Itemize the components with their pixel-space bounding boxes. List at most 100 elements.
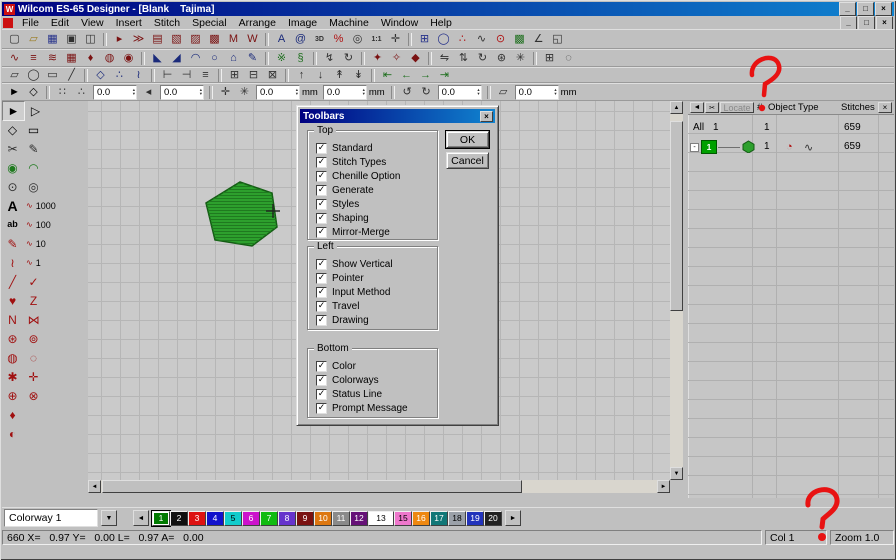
rotate-angle-spinner[interactable]: ▴▾	[477, 88, 479, 96]
scroll-right-button[interactable]: ►	[657, 480, 670, 493]
monogramming-button[interactable]: @	[291, 32, 310, 47]
color-swatch-1[interactable]: 1	[152, 511, 170, 526]
wheel-motif-tool-button[interactable]: ⊚	[23, 330, 44, 348]
print-preview-button[interactable]: ◫	[81, 32, 100, 47]
contour-fill-button[interactable]: ◍	[100, 51, 119, 66]
cancel-button[interactable]: Cancel	[446, 152, 489, 169]
background-settings-button[interactable]: ▩	[510, 32, 529, 47]
save-design-button[interactable]: ▦	[43, 32, 62, 47]
zoom-factor-button[interactable]: %	[329, 32, 348, 47]
colorway-selector[interactable]: Colorway 1	[4, 509, 98, 527]
checkbox-show-vertical[interactable]: ✓Show Vertical	[316, 257, 437, 271]
rotate-angle-field[interactable]: 0.0▴▾	[438, 85, 482, 100]
checkbox-travel[interactable]: ✓Travel	[316, 299, 437, 313]
preset-1-button[interactable]: ∿1	[23, 258, 68, 268]
menu-insert[interactable]: Insert	[110, 17, 148, 29]
kaleidoscope-button[interactable]: ✳	[511, 51, 530, 66]
stitch-list-button[interactable]: ▤	[148, 32, 167, 47]
generate-stitches-button[interactable]: ↯	[320, 51, 339, 66]
anchor-button[interactable]: ✛	[216, 85, 235, 100]
red-pen-tool-button[interactable]: ✎	[2, 235, 23, 253]
mirror-vertical-button[interactable]: ⇅	[454, 51, 473, 66]
preset-10-button[interactable]: ∿10	[23, 239, 68, 249]
vertical-scroll-thumb[interactable]	[670, 121, 683, 311]
object-width-field[interactable]: 0.0▴▾	[256, 85, 300, 100]
pattern-fill-b-button[interactable]: ▩	[205, 32, 224, 47]
input-a-button[interactable]: ◣	[148, 51, 167, 66]
rotate-right-button[interactable]: ↻	[417, 85, 436, 100]
color-swatch-16[interactable]: 16	[412, 511, 430, 526]
group-objects-button[interactable]: ⊞	[225, 68, 244, 83]
object-list-grid[interactable]: All 1 1 659 - 1 1 ◔ ∿ 659	[688, 115, 894, 498]
input-circle-button[interactable]: ○	[205, 51, 224, 66]
axis-button[interactable]: ✳	[235, 85, 254, 100]
color-swatch-4[interactable]: 4	[206, 511, 224, 526]
sequence-down-button[interactable]: ↓	[311, 68, 330, 83]
dialog-close-button[interactable]: ×	[480, 111, 493, 122]
save-style-button[interactable]: ◆	[406, 51, 425, 66]
select-tool-button[interactable]: ►	[2, 101, 25, 121]
scissors-tool-button[interactable]: ✂	[2, 140, 23, 158]
menu-help[interactable]: Help	[424, 17, 458, 29]
n-stitch-tool-button[interactable]: N	[2, 311, 23, 329]
color-swatch-8[interactable]: 8	[278, 511, 296, 526]
run-stitch-button[interactable]: ∿	[5, 51, 24, 66]
open-design-button[interactable]: ▱	[24, 32, 43, 47]
color-swatch-9[interactable]: 9	[296, 511, 314, 526]
locate-button[interactable]: Locate	[720, 102, 754, 113]
menu-image[interactable]: Image	[282, 17, 323, 29]
reshape-button[interactable]: ◇	[91, 68, 110, 83]
lock-object-button[interactable]: ⊠	[263, 68, 282, 83]
circle-motif-tool-button[interactable]: ⊕	[2, 387, 23, 405]
ungroup-objects-button[interactable]: ⊟	[244, 68, 263, 83]
start-end-tool-button[interactable]: ◉	[2, 159, 23, 177]
checkbox-prompt-message[interactable]: ✓Prompt Message	[316, 401, 437, 415]
maximize-button[interactable]: □	[857, 2, 874, 16]
rotate-left-button[interactable]: ↺	[398, 85, 417, 100]
mirror-horizontal-button[interactable]: ⇋	[435, 51, 454, 66]
point-input-button[interactable]: ∷	[53, 85, 72, 100]
plus-motif-tool-button[interactable]: ✛	[23, 368, 44, 386]
object-shape-icon[interactable]	[742, 140, 755, 153]
checkbox-color[interactable]: ✓Color	[316, 359, 437, 373]
half-disc-motif-tool-button[interactable]: ◐	[2, 425, 23, 443]
position-x-spinner[interactable]: ▴▾	[133, 88, 135, 96]
color-swatch-11[interactable]: 11	[332, 511, 350, 526]
rotate-copy-button[interactable]: ↻	[473, 51, 492, 66]
checkbox-generate[interactable]: ✓Generate	[316, 183, 437, 197]
chenille-chain-button[interactable]: §	[291, 51, 310, 66]
new-design-button[interactable]: ▢	[5, 32, 24, 47]
checkbox-mirror-merge[interactable]: ✓Mirror-Merge	[316, 225, 437, 239]
zoom-1-1-button[interactable]: 1:1	[367, 32, 386, 47]
object-row[interactable]: - 1 1 ◔ ∿ 659	[688, 137, 894, 156]
scroll-up-button[interactable]: ▲	[670, 101, 683, 114]
colorway-dropdown-button[interactable]: ▼	[101, 510, 117, 526]
space-evenly-button[interactable]: ≡	[196, 68, 215, 83]
disc-motif-tool-button[interactable]: ◍	[2, 349, 23, 367]
scroll-left-button[interactable]: ◄	[88, 480, 101, 493]
star-motif-tool-button[interactable]: ⊛	[2, 330, 23, 348]
color-swatch-13[interactable]: 13	[368, 511, 394, 526]
stitch-player-button[interactable]: ▸	[110, 32, 129, 47]
dock-panel-button[interactable]: ◄	[690, 102, 704, 113]
overview-window-button[interactable]: ◱	[548, 32, 567, 47]
stitch-edit-button[interactable]: ≀	[129, 68, 148, 83]
minimize-button[interactable]: _	[839, 2, 856, 16]
select-object-button[interactable]: ►	[5, 85, 24, 100]
checkbox-drawing[interactable]: ✓Drawing	[316, 313, 437, 327]
arc-tool-button[interactable]: ◠	[23, 159, 44, 177]
reshape-object-button[interactable]: ◇	[24, 85, 43, 100]
scroll-down-button[interactable]: ▼	[670, 467, 683, 480]
skew-angle-spinner[interactable]: ▴▾	[554, 88, 556, 96]
target-tool-button[interactable]: ◎	[23, 178, 44, 196]
stitch-type-w-button[interactable]: W	[243, 32, 262, 47]
edit-nodes-button[interactable]: ∴	[110, 68, 129, 83]
cross-stitch-tool-button[interactable]: ⋈	[23, 311, 44, 329]
checkbox-styles[interactable]: ✓Styles	[316, 197, 437, 211]
check-tool-button[interactable]: ✓	[23, 273, 44, 291]
color-swatch-19[interactable]: 19	[466, 511, 484, 526]
open-object-tool-button[interactable]: ▷	[25, 102, 46, 120]
skew-button[interactable]: ▱	[494, 85, 513, 100]
preset-100-button[interactable]: ∿100	[23, 220, 68, 230]
array-duplicate-button[interactable]: ⊞	[540, 51, 559, 66]
